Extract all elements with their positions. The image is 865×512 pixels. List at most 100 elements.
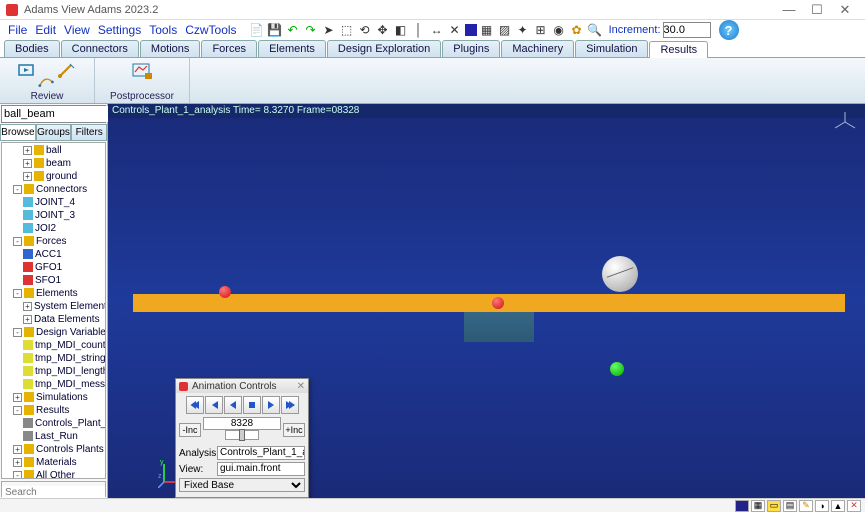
tree-search[interactable] <box>1 481 106 497</box>
status-icon-3[interactable]: ▭ <box>767 500 781 512</box>
tree-results-cp1[interactable]: Controls_Plant_1_analysis <box>3 417 104 430</box>
menu-settings[interactable]: Settings <box>94 23 145 37</box>
play-back-button[interactable] <box>224 396 242 414</box>
increment-input[interactable] <box>663 22 711 38</box>
view-triad-icon[interactable] <box>833 110 857 134</box>
tree-connectors[interactable]: -Connectors <box>3 183 104 196</box>
measure-icon[interactable]: ↔ <box>429 22 445 38</box>
tree-simulations[interactable]: +Simulations <box>3 391 104 404</box>
tree-forces[interactable]: -Forces <box>3 235 104 248</box>
wire-icon[interactable]: ▨ <box>497 22 513 38</box>
sidebar-tab-groups[interactable]: Groups <box>36 124 72 141</box>
gear-icon[interactable]: ✿ <box>569 22 585 38</box>
tab-simulation[interactable]: Simulation <box>575 40 648 57</box>
status-icon-6[interactable]: ◑ <box>815 500 829 512</box>
tab-forces[interactable]: Forces <box>201 40 257 57</box>
tree-item-joi2[interactable]: JOI2 <box>3 222 104 235</box>
status-icon-5[interactable]: ✎ <box>799 500 813 512</box>
measure-tool-icon[interactable] <box>57 61 77 81</box>
tree-controls-plants[interactable]: +Controls Plants <box>3 443 104 456</box>
grid-icon[interactable]: ▦ <box>479 22 495 38</box>
play-forward-button[interactable] <box>262 396 280 414</box>
stop-button[interactable] <box>243 396 261 414</box>
tree-item-joint3[interactable]: JOINT_3 <box>3 209 104 222</box>
postprocessor-icon[interactable] <box>131 61 153 81</box>
tree-results[interactable]: -Results <box>3 404 104 417</box>
eye-icon[interactable]: ◉ <box>551 22 567 38</box>
tree-all-other[interactable]: -All Other <box>3 469 104 479</box>
cube-icon[interactable]: ◧ <box>393 22 409 38</box>
menu-file[interactable]: File <box>4 23 31 37</box>
animate-icon[interactable] <box>17 61 37 81</box>
center-icon[interactable]: ✦ <box>515 22 531 38</box>
tree-materials[interactable]: +Materials <box>3 456 104 469</box>
close-button[interactable]: ✕ <box>831 1 859 19</box>
tab-plugins[interactable]: Plugins <box>442 40 500 57</box>
axis-icon[interactable]: ⊞ <box>533 22 549 38</box>
status-icon-8[interactable]: ✕ <box>847 500 861 512</box>
tree-item-acc1[interactable]: ACC1 <box>3 248 104 261</box>
save-icon[interactable]: 💾 <box>267 22 283 38</box>
pointer-icon[interactable]: ➤ <box>321 22 337 38</box>
select-icon[interactable]: ⬚ <box>339 22 355 38</box>
tree-item-gfo1[interactable]: GFO1 <box>3 261 104 274</box>
tab-machinery[interactable]: Machinery <box>501 40 574 57</box>
frame-inc-button[interactable]: +Inc <box>283 423 305 437</box>
tree-item-beam[interactable]: +beam <box>3 157 104 170</box>
status-icon-7[interactable]: ▲ <box>831 500 845 512</box>
step-back-button[interactable] <box>205 396 223 414</box>
redo-icon[interactable]: ↷ <box>303 22 319 38</box>
tree-item-joint4[interactable]: JOINT_4 <box>3 196 104 209</box>
tree-results-last[interactable]: Last_Run <box>3 430 104 443</box>
tree-item-ground[interactable]: +ground <box>3 170 104 183</box>
tree-dv-msg[interactable]: tmp_MDI_message <box>3 378 104 391</box>
sidebar-tab-filters[interactable]: Filters <box>71 124 107 141</box>
view-field[interactable]: gui.main.front <box>217 462 305 476</box>
tree-elements[interactable]: -Elements <box>3 287 104 300</box>
tree-design-vars[interactable]: -Design Variables <box>3 326 104 339</box>
tree-dv-length[interactable]: tmp_MDI_length <box>3 365 104 378</box>
undo-icon[interactable]: ↶ <box>285 22 301 38</box>
status-icon-1[interactable] <box>735 500 749 512</box>
model-tree[interactable]: +ball +beam +ground -Connectors JOINT_4 … <box>1 142 106 479</box>
maximize-button[interactable]: ☐ <box>803 1 831 19</box>
frame-scrubber[interactable] <box>225 430 259 440</box>
tree-item-syselem[interactable]: +System Elements <box>3 300 104 313</box>
rotate-icon[interactable]: ⟲ <box>357 22 373 38</box>
tree-dv-string[interactable]: tmp_MDI_string <box>3 352 104 365</box>
menu-edit[interactable]: Edit <box>31 23 60 37</box>
dialog-close-icon[interactable]: ✕ <box>297 381 305 392</box>
pan-icon[interactable]: ✥ <box>375 22 391 38</box>
tab-motions[interactable]: Motions <box>140 40 201 57</box>
status-icon-4[interactable]: ▤ <box>783 500 797 512</box>
scrubber-thumb[interactable] <box>239 429 245 441</box>
curve-icon[interactable] <box>37 73 57 91</box>
fill-icon[interactable] <box>465 24 477 36</box>
new-icon[interactable]: 📄 <box>249 22 265 38</box>
menu-view[interactable]: View <box>60 23 94 37</box>
tree-item-dataelem[interactable]: +Data Elements <box>3 313 104 326</box>
tab-elements[interactable]: Elements <box>258 40 326 57</box>
zoom-out-icon[interactable]: 🔍 <box>587 22 603 38</box>
help-button[interactable]: ? <box>719 20 739 40</box>
tree-item-ball[interactable]: +ball <box>3 144 104 157</box>
base-select[interactable]: Fixed Base <box>179 478 305 492</box>
frame-dec-button[interactable]: -Inc <box>179 423 201 437</box>
menu-czwtools[interactable]: CzwTools <box>181 23 240 37</box>
model-selector[interactable]: ▼ <box>1 105 106 123</box>
minimize-button[interactable]: — <box>775 1 803 19</box>
tab-bodies[interactable]: Bodies <box>4 40 60 57</box>
link-icon[interactable]: ✕ <box>447 22 463 38</box>
forward-end-button[interactable] <box>281 396 299 414</box>
tab-design-exploration[interactable]: Design Exploration <box>327 40 441 57</box>
tree-dv-count[interactable]: tmp_MDI_count <box>3 339 104 352</box>
tab-connectors[interactable]: Connectors <box>61 40 139 57</box>
dialog-header[interactable]: Animation Controls ✕ <box>176 379 308 393</box>
status-icon-2[interactable]: ▦ <box>751 500 765 512</box>
analysis-field[interactable]: Controls_Plant_1_analysis <box>217 446 305 460</box>
tree-item-sfo1[interactable]: SFO1 <box>3 274 104 287</box>
sidebar-tab-browse[interactable]: Browse <box>0 124 36 141</box>
menu-tools[interactable]: Tools <box>145 23 181 37</box>
rewind-start-button[interactable] <box>186 396 204 414</box>
tab-results[interactable]: Results <box>649 41 708 58</box>
